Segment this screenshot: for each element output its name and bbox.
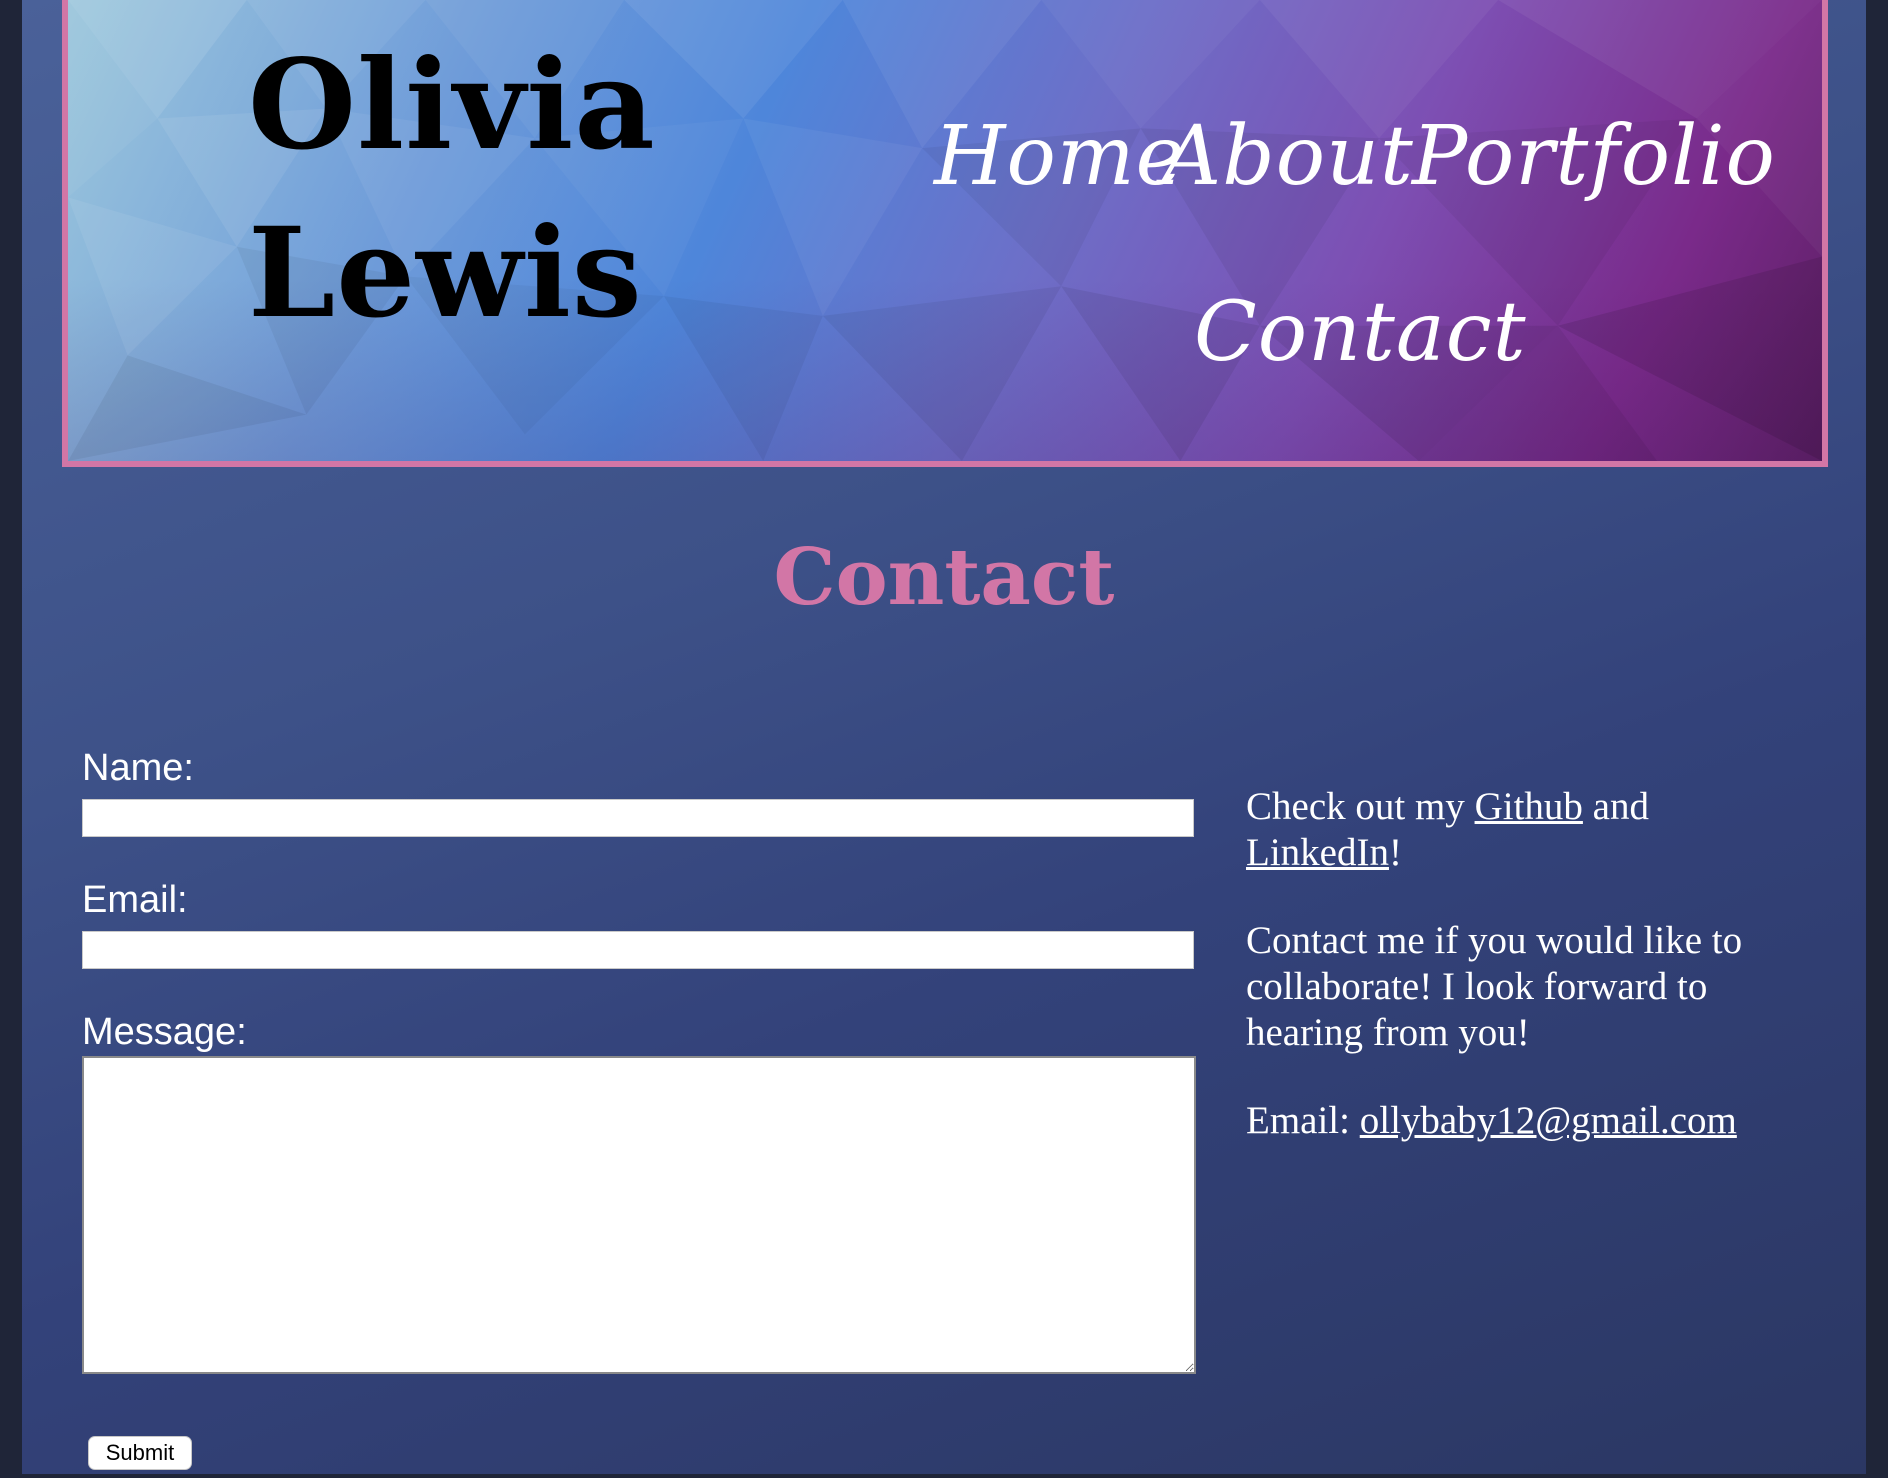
nav-about-link[interactable]: About	[1162, 112, 1414, 202]
name-input[interactable]	[82, 799, 1194, 837]
site-name-line1: Olivia	[248, 33, 656, 178]
email-prefix: Email:	[1246, 1099, 1360, 1142]
social-middle: and	[1582, 785, 1649, 828]
email-link[interactable]: ollybaby12@gmail.com	[1360, 1099, 1737, 1142]
message-textarea[interactable]	[82, 1056, 1196, 1374]
name-label: Name:	[82, 747, 194, 789]
site-header: Olivia Lewis Home About Portfolio Contac…	[62, 0, 1828, 467]
nav-portfolio-link[interactable]: Portfolio	[1412, 112, 1776, 202]
github-link[interactable]: Github	[1475, 785, 1583, 828]
site-name-line2: Lewis	[248, 201, 643, 346]
contact-info: Check out my Github and LinkedIn! Contact…	[1246, 784, 1786, 1186]
social-prefix: Check out my	[1246, 785, 1475, 828]
collaborate-paragraph: Contact me if you would like to collabor…	[1246, 919, 1743, 1054]
page-title: Contact	[773, 532, 1115, 623]
site-name: Olivia Lewis	[248, 22, 656, 358]
email-input[interactable]	[82, 931, 1194, 969]
page: Olivia Lewis Home About Portfolio Contac…	[22, 0, 1866, 1474]
linkedin-link[interactable]: LinkedIn	[1246, 831, 1389, 874]
social-suffix: !	[1388, 831, 1402, 874]
submit-button[interactable]: Submit	[88, 1436, 192, 1470]
nav-contact-link[interactable]: Contact	[1194, 288, 1527, 378]
nav-home-link[interactable]: Home	[934, 112, 1185, 202]
email-label: Email:	[82, 879, 188, 921]
email-paragraph: Email: ollybaby12@gmail.com	[1246, 1098, 1786, 1144]
message-label: Message:	[82, 1011, 247, 1053]
social-paragraph: Check out my Github and LinkedIn!	[1246, 784, 1786, 876]
